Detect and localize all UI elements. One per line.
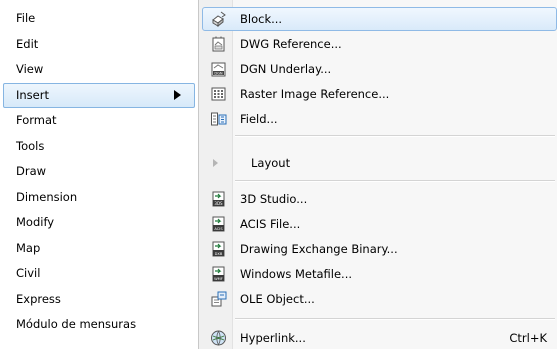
- dxb-import-icon: DXB: [212, 241, 225, 257]
- menu-item-label: 3D Studio...: [240, 192, 308, 206]
- menu-item-label: Block...: [240, 12, 283, 26]
- menu-label: Map: [16, 240, 41, 255]
- menu-item-label: Windows Metafile...: [240, 267, 353, 281]
- menu-item-label: ACIS File...: [240, 217, 301, 231]
- menu-dimension[interactable]: Dimension: [3, 185, 195, 211]
- menu-label: Tools: [16, 138, 45, 153]
- insert-submenu: Block... DWG Reference... DGN DGN Underl…: [199, 0, 557, 349]
- menu-civil[interactable]: Civil: [3, 261, 195, 287]
- menu-tools[interactable]: Tools: [3, 134, 195, 160]
- svg-text:DGN: DGN: [214, 72, 223, 76]
- 3ds-import-icon: 3DS: [212, 191, 225, 207]
- menu-insert[interactable]: Insert: [3, 82, 195, 108]
- svg-text:ACIS: ACIS: [214, 227, 223, 231]
- menu-label: Civil: [16, 266, 41, 280]
- menu-modify[interactable]: Modify: [3, 210, 195, 236]
- menu-format[interactable]: Format: [3, 108, 195, 134]
- menu-item-block[interactable]: Block...: [202, 7, 557, 31]
- menu-item-label: DWG Reference...: [240, 37, 342, 51]
- menu-item-layout[interactable]: Layout: [202, 151, 557, 175]
- block-icon: [212, 11, 226, 27]
- wmf-import-icon: WMF: [212, 266, 225, 282]
- svg-text:DXB: DXB: [215, 252, 223, 256]
- menu-draw[interactable]: Draw: [3, 159, 195, 185]
- menu-item-label: Field...: [240, 112, 278, 126]
- menu-item-label: OLE Object...: [240, 292, 315, 306]
- hyperlink-icon: [211, 330, 226, 346]
- menu-label: Modify: [16, 215, 55, 229]
- menu-item-label: Hyperlink...: [240, 331, 306, 345]
- menu-label: Format: [16, 113, 57, 127]
- menu-label: Edit: [16, 36, 39, 51]
- menu-item-raster-image-reference[interactable]: Raster Image Reference...: [202, 82, 557, 106]
- menu-edit[interactable]: Edit: [3, 32, 195, 58]
- menu-item-ole-object[interactable]: OLE Object...: [202, 287, 557, 311]
- menu-item-acis-file[interactable]: ACIS ACIS File...: [202, 212, 557, 236]
- menu-label: Dimension: [16, 189, 78, 204]
- menu-view[interactable]: View: [3, 57, 195, 83]
- acis-import-icon: ACIS: [212, 216, 225, 232]
- menu-separator: [235, 180, 555, 182]
- menu-separator: [235, 318, 555, 320]
- menu-item-drawing-exchange-binary[interactable]: DXB Drawing Exchange Binary...: [202, 237, 557, 261]
- menu-express[interactable]: Express: [3, 287, 195, 313]
- menu-label: File: [16, 11, 36, 25]
- menu-item-label: DGN Underlay...: [240, 62, 332, 76]
- menu-item-hyperlink[interactable]: Hyperlink... Ctrl+K: [202, 326, 557, 349]
- shortcut-label: Ctrl+K: [509, 331, 547, 345]
- menu-label: Express: [16, 291, 61, 306]
- menu-item-label: Raster Image Reference...: [240, 87, 390, 101]
- raster-image-icon: [211, 87, 226, 101]
- menu-label: Draw: [16, 164, 47, 178]
- menu-label: Módulo de mensuras: [16, 317, 137, 331]
- menu-item-dgn-underlay[interactable]: DGN DGN Underlay...: [202, 57, 557, 81]
- menu-item-3d-studio[interactable]: 3DS 3D Studio...: [202, 187, 557, 211]
- svg-text:3DS: 3DS: [214, 201, 223, 206]
- menu-item-label: Drawing Exchange Binary...: [240, 242, 398, 256]
- menu-file[interactable]: File: [3, 6, 195, 32]
- menu-bar: File Edit View Insert Format Tools Draw …: [0, 0, 199, 349]
- submenu-arrow-icon: [213, 159, 218, 167]
- menu-item-label: Layout: [251, 156, 291, 170]
- menu-item-windows-metafile[interactable]: WMF Windows Metafile...: [202, 262, 557, 286]
- dwg-reference-icon: [212, 36, 225, 52]
- menu-item-dwg-reference[interactable]: DWG Reference...: [202, 32, 557, 56]
- menu-label: Insert: [16, 87, 49, 102]
- menu-separator: [235, 135, 555, 137]
- svg-text:WMF: WMF: [214, 277, 223, 281]
- submenu-arrow-icon: [174, 89, 181, 100]
- menu-item-field[interactable]: Field...: [202, 107, 557, 131]
- menu-map[interactable]: Map: [3, 236, 195, 262]
- menu-label: View: [16, 62, 44, 76]
- ole-object-icon: [211, 291, 227, 307]
- menu-modulo-de-mensuras[interactable]: Módulo de mensuras: [3, 312, 195, 338]
- dgn-underlay-icon: DGN: [211, 62, 226, 77]
- field-icon: [211, 112, 227, 126]
